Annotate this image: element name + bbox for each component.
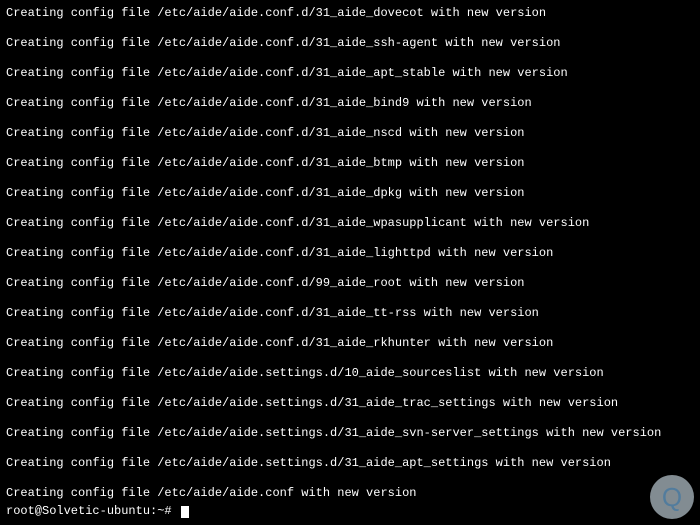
terminal-output-line: Creating config file /etc/aide/aide.conf… <box>6 4 694 22</box>
terminal-output-line: Creating config file /etc/aide/aide.sett… <box>6 364 694 382</box>
terminal-output-line: Creating config file /etc/aide/aide.conf… <box>6 124 694 142</box>
terminal-output-line: Creating config file /etc/aide/aide.sett… <box>6 454 694 472</box>
terminal-output-line: Creating config file /etc/aide/aide.conf… <box>6 214 694 232</box>
cursor-icon <box>181 506 189 518</box>
terminal-output-line: Creating config file /etc/aide/aide.conf… <box>6 484 694 502</box>
watermark-badge: Q <box>650 475 694 519</box>
terminal-output-line: Creating config file /etc/aide/aide.conf… <box>6 334 694 352</box>
shell-prompt-line[interactable]: root@Solvetic-ubuntu:~# <box>6 504 189 518</box>
terminal-output-line: Creating config file /etc/aide/aide.conf… <box>6 154 694 172</box>
terminal-window[interactable]: Creating config file /etc/aide/aide.conf… <box>0 0 700 525</box>
terminal-output-line: Creating config file /etc/aide/aide.conf… <box>6 304 694 322</box>
terminal-output-line: Creating config file /etc/aide/aide.sett… <box>6 394 694 412</box>
watermark-icon: Q <box>662 482 682 513</box>
terminal-output-line: Creating config file /etc/aide/aide.conf… <box>6 274 694 292</box>
terminal-output-line: Creating config file /etc/aide/aide.sett… <box>6 424 694 442</box>
terminal-output-line: Creating config file /etc/aide/aide.conf… <box>6 244 694 262</box>
terminal-output-line: Creating config file /etc/aide/aide.conf… <box>6 94 694 112</box>
terminal-output-line: Creating config file /etc/aide/aide.conf… <box>6 64 694 82</box>
terminal-output-line: Creating config file /etc/aide/aide.conf… <box>6 184 694 202</box>
shell-prompt: root@Solvetic-ubuntu:~# <box>6 504 179 518</box>
terminal-output-line: Creating config file /etc/aide/aide.conf… <box>6 34 694 52</box>
terminal-output: Creating config file /etc/aide/aide.conf… <box>6 4 694 472</box>
